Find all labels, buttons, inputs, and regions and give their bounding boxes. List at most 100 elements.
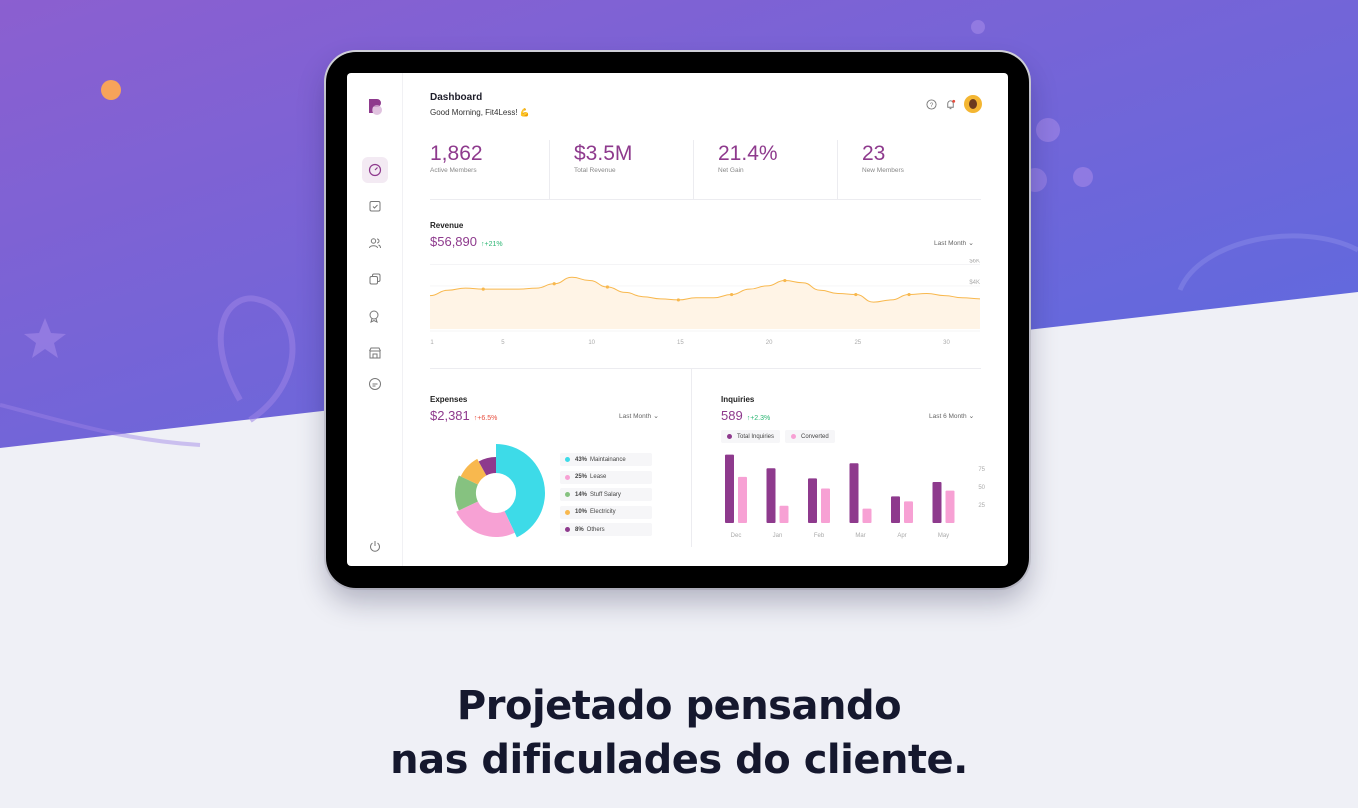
legend-percent: 10% [575,509,588,515]
notification-bell-icon[interactable] [945,99,956,110]
y-tick-label: 50 [978,485,985,491]
legend-label: Others [586,526,605,533]
legend-dot [565,474,570,480]
sidebar-item-members[interactable] [362,230,388,256]
members-icon [369,238,381,249]
legend-converted: Converted [785,430,835,443]
app-logo-icon [369,99,382,115]
x-tick-label: Mar [855,533,865,539]
stat-value: 1,862 [430,142,483,165]
bar-converted [904,501,913,523]
bar-converted [862,508,872,523]
revenue-value-row: $56,890 ↑+21% [430,234,503,249]
revenue-point [552,282,556,286]
sidebar-item-copy[interactable] [362,266,388,292]
legend-dot [565,509,570,515]
copy-icon [369,273,381,285]
expenses-donut-chart [455,444,545,538]
badge-icon [369,310,379,323]
stat-value: $3.5M [574,142,633,165]
store-icon [369,347,381,359]
sidebar-item-chat[interactable] [362,371,388,397]
help-icon[interactable]: ? [926,98,937,110]
x-tick-label: 20 [766,340,773,346]
tablet-frame: Dashboard Good Morning, Fit4Less! 💪 ? 1,… [326,52,1029,588]
legend-label: Stuff Salary [590,491,621,498]
inquiries-value-row: 589 ↑+2.3% [721,408,770,423]
divider [691,369,692,547]
stat-active-members: 1,862 Active Members [430,140,550,199]
sidebar-item-badge[interactable] [362,303,388,329]
revenue-value: $56,890 [430,234,477,249]
revenue-point [730,292,734,297]
logout-button[interactable] [362,533,388,559]
dashboard-icon [368,163,382,177]
x-tick-label: 30 [943,340,950,346]
sidebar [347,73,403,566]
bar-total-inquiries [932,481,942,523]
page-title: Dashboard [430,92,483,103]
legend-item: 43% Maintainance [560,453,652,466]
legend-label: Electricity [590,509,616,515]
x-tick-label: May [938,533,949,539]
sidebar-item-dashboard[interactable] [362,157,388,183]
x-tick-label: Jan [773,533,783,539]
bar-total-inquiries [891,496,900,523]
bar-converted [945,490,955,523]
legend-percent: 25% [575,474,588,480]
y-tick-label: $4K [969,280,980,286]
divider [430,368,981,369]
legend-item: 10% Electricity [560,505,652,519]
bar-total-inquiries [808,478,817,523]
stat-value: 23 [862,142,886,165]
inquiries-change: ↑+2.3% [746,415,771,422]
revenue-period-dropdown[interactable]: Last Month [934,239,974,247]
stat-label: Total Revenue [574,167,616,174]
revenue-point [481,287,485,291]
x-tick-label: Dec [731,533,742,539]
calendar-icon [369,201,381,212]
inquiries-period-dropdown[interactable]: Last 6 Month [929,412,974,420]
stat-label: New Members [862,167,904,174]
inquiries-value: 589 [721,408,743,423]
stat-label: Active Members [430,167,477,174]
expenses-period-dropdown[interactable]: Last Month [619,412,659,420]
revenue-title: Revenue [430,221,464,230]
legend-label: Converted [801,433,829,440]
legend-percent: 14% [575,491,588,498]
inquiries-title: Inquiries [721,395,755,404]
x-tick-label: 5 [501,340,505,346]
bar-converted [779,505,789,523]
x-tick-label: 25 [854,340,861,346]
greeting-text: Good Morning, Fit4Less! 💪 [430,108,530,117]
legend-dot [727,434,732,439]
legend-total-inquiries: Total Inquiries [721,430,781,443]
revenue-change: ↑+21% [481,241,503,248]
y-tick-label: $6K [969,259,980,264]
legend-dot [565,527,570,532]
expenses-title: Expenses [430,395,468,404]
legend-item: 8% Others [560,523,652,536]
x-tick-label: Feb [814,533,825,539]
revenue-point [854,292,858,297]
revenue-point [907,292,911,297]
avatar[interactable] [964,95,982,113]
sidebar-item-calendar[interactable] [362,193,388,219]
sidebar-item-store[interactable] [362,340,388,366]
legend-dot [791,434,796,439]
stat-label: Net Gain [718,167,744,174]
x-tick-label: Apr [897,533,906,539]
revenue-point [783,278,787,283]
revenue-point [676,298,680,302]
expenses-legend: 43% Maintainance 25% Lease 14% Stuff Salary 10… [560,453,652,541]
headline-line-1: Projetado pensando [456,683,902,729]
main-content: Dashboard Good Morning, Fit4Less! 💪 ? 1,… [403,73,1008,566]
legend-percent: 8% [575,526,584,533]
bar-total-inquiries [849,463,859,523]
revenue-area [430,277,980,329]
top-actions: ? [926,95,982,113]
stat-total-revenue: $3.5M Total Revenue [550,140,694,199]
y-tick-label: 75 [978,467,985,473]
x-tick-label: 1 [430,340,434,346]
expenses-change: ↑+6.5% [473,415,498,422]
